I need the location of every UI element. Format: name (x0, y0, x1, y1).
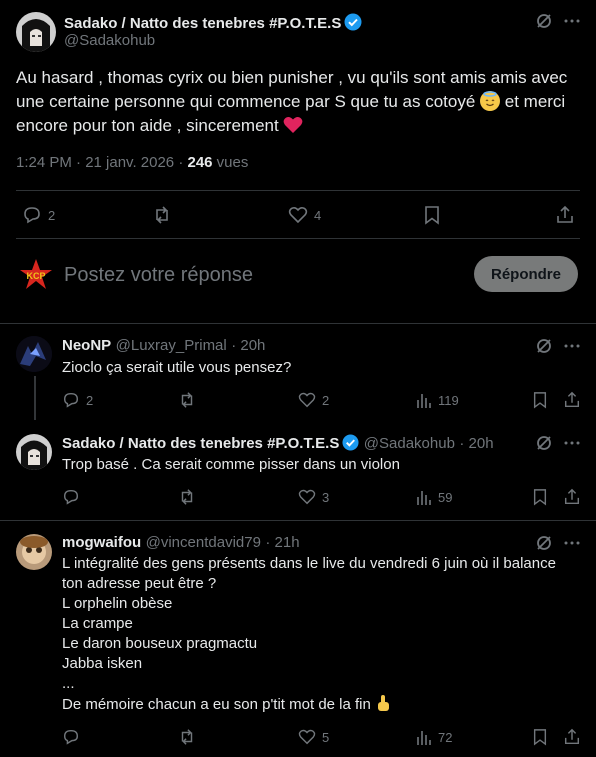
like-action[interactable]: 2 (298, 391, 329, 409)
tweet-meta: 1:24 PM · 21 janv. 2026 · 246 vues (16, 154, 249, 171)
divider (16, 238, 580, 239)
bookmark-action[interactable] (532, 391, 548, 409)
verified-badge-icon (344, 13, 362, 35)
reply2-avatar[interactable] (16, 434, 52, 470)
verified-badge-icon (342, 434, 359, 456)
like-action[interactable]: 4 (288, 205, 321, 225)
analytics-icon[interactable] (416, 728, 432, 746)
main-author-handle[interactable]: @Sadakohub (64, 32, 155, 49)
bookmark-icon[interactable] (532, 488, 548, 506)
bookmark-action[interactable] (532, 488, 548, 506)
reply-icon[interactable] (22, 205, 42, 225)
more-options-icon[interactable] (563, 337, 581, 355)
heart-icon[interactable] (298, 391, 316, 409)
reply-action[interactable]: 2 (22, 205, 55, 225)
bookmark-icon[interactable] (532, 728, 548, 746)
share-action[interactable] (563, 391, 581, 409)
red-heart-icon (283, 116, 303, 141)
more-options-icon[interactable] (563, 12, 581, 30)
pointing-up-hand-emoji-icon (375, 694, 391, 718)
heart-icon[interactable] (298, 488, 316, 506)
divider (0, 520, 596, 521)
grok-icon[interactable] (535, 337, 553, 355)
analytics-icon[interactable] (416, 391, 432, 409)
divider (16, 190, 580, 191)
reply-icon[interactable] (62, 391, 80, 409)
thread-line (34, 376, 36, 420)
bookmark-action[interactable] (423, 205, 441, 225)
bookmark-icon[interactable] (423, 205, 441, 225)
reply3-avatar[interactable] (16, 534, 52, 570)
reply1-text: Zioclo ça serait utile vous pensez? (62, 359, 292, 376)
repost-icon[interactable] (178, 488, 196, 506)
bookmark-action[interactable] (532, 728, 548, 746)
more-options-icon[interactable] (563, 534, 581, 552)
reply1-header: NeoNP @Luxray_Primal · 20h (62, 337, 266, 354)
heart-icon[interactable] (288, 205, 308, 225)
reply3-text: L intégralité des gens présents dans le … (62, 554, 582, 718)
reply-icon[interactable] (62, 488, 80, 506)
reply2-header: Sadako / Natto des tenebres #P.O.T.E.S @… (62, 434, 494, 456)
divider (0, 323, 596, 324)
repost-icon[interactable] (178, 391, 196, 409)
reply-action[interactable] (62, 488, 86, 506)
svg-text:KCP: KCP (26, 271, 45, 281)
grok-icon[interactable] (535, 534, 553, 552)
share-action[interactable] (563, 488, 581, 506)
share-action[interactable] (555, 205, 575, 225)
analytics-icon[interactable] (416, 488, 432, 506)
more-options-icon[interactable] (563, 434, 581, 452)
reply-icon[interactable] (62, 728, 80, 746)
grok-icon[interactable] (535, 12, 553, 30)
reply3-header: mogwaifou @vincentdavid79 · 21h (62, 534, 300, 551)
reply-button[interactable]: Répondre (474, 256, 578, 292)
bookmark-icon[interactable] (532, 391, 548, 409)
like-action[interactable]: 5 (298, 728, 329, 746)
grok-icon[interactable] (535, 434, 553, 452)
share-icon[interactable] (555, 205, 575, 225)
views-action[interactable]: 119 (416, 391, 459, 409)
views-action[interactable]: 59 (416, 488, 452, 506)
share-action[interactable] (563, 728, 581, 746)
share-icon[interactable] (563, 391, 581, 409)
reply-action[interactable] (62, 728, 86, 746)
repost-action[interactable] (178, 728, 196, 746)
main-author-avatar[interactable] (16, 12, 56, 52)
reply-action[interactable]: 2 (62, 391, 93, 409)
share-icon[interactable] (563, 728, 581, 746)
smiling-halo-emoji-icon (480, 91, 501, 111)
repost-icon[interactable] (178, 728, 196, 746)
reply2-text: Trop basé . Ca serait comme pisser dans … (62, 456, 400, 473)
like-action[interactable]: 3 (298, 488, 329, 506)
repost-icon[interactable] (152, 205, 172, 225)
composer-avatar[interactable]: KCP (16, 255, 56, 295)
heart-icon[interactable] (298, 728, 316, 746)
main-tweet-text: Au hasard , thomas cyrix ou bien punishe… (16, 66, 586, 141)
reply1-avatar[interactable] (16, 336, 52, 372)
repost-action[interactable] (178, 391, 196, 409)
reply-input[interactable]: Postez votre réponse (64, 264, 253, 287)
repost-action[interactable] (152, 205, 172, 225)
share-icon[interactable] (563, 488, 581, 506)
views-action[interactable]: 72 (416, 728, 452, 746)
repost-action[interactable] (178, 488, 196, 506)
